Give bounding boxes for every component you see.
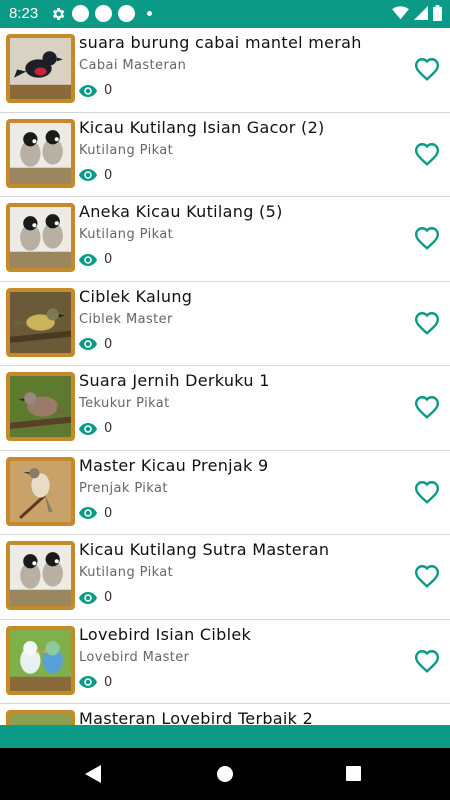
dot-icon [147, 11, 152, 16]
bird-image-icon [10, 291, 71, 353]
bird-image-icon [10, 376, 71, 437]
bird-thumbnail [6, 372, 75, 441]
favorite-heart-icon[interactable] [414, 480, 440, 504]
wifi-icon [392, 6, 409, 20]
view-count-value: 0 [104, 336, 113, 352]
song-category: Lovebird Master [79, 649, 190, 665]
view-count-value: 0 [104, 505, 113, 521]
view-count-value: 0 [104, 252, 113, 267]
favorite-heart-icon[interactable] [414, 57, 440, 81]
circle-icon [118, 5, 135, 22]
list-item[interactable]: Aneka Kicau Kutilang (5) Kutilang Pikat … [0, 197, 450, 282]
eye-icon [79, 422, 97, 435]
bird-thumbnail [6, 625, 75, 695]
notification-icons [50, 5, 152, 22]
eye-icon [79, 169, 97, 181]
view-count: 0 [79, 252, 112, 267]
bird-thumbnail [6, 34, 75, 103]
song-category: Kutilang Pikat [79, 227, 174, 242]
system-icons [392, 5, 442, 21]
favorite-heart-icon[interactable] [414, 564, 440, 588]
song-title: suara burung cabai mantel merah [79, 33, 362, 52]
bird-thumbnail [6, 287, 75, 357]
favorite-heart-icon[interactable] [414, 649, 440, 673]
favorite-heart-icon[interactable] [414, 142, 440, 166]
bird-image-icon [10, 714, 71, 725]
battery-icon [433, 5, 442, 21]
song-category: Kutilang Pikat [79, 142, 174, 158]
view-count: 0 [79, 83, 112, 98]
signal-icon [414, 6, 428, 20]
song-title: Suara Jernih Derkuku 1 [79, 371, 270, 390]
list-item[interactable]: Ciblek Kalung Ciblek Master 0 [0, 282, 450, 366]
view-count-value: 0 [104, 167, 113, 183]
back-icon[interactable] [85, 765, 101, 783]
song-title: Aneka Kicau Kutilang (5) [79, 202, 283, 221]
eye-icon [79, 507, 97, 519]
song-title: Kicau Kutilang Sutra Masteran [79, 540, 330, 559]
recent-apps-icon[interactable] [346, 766, 361, 781]
bird-thumbnail [6, 541, 75, 610]
eye-icon [79, 338, 97, 350]
view-count: 0 [79, 421, 112, 436]
favorite-heart-icon[interactable] [414, 311, 440, 335]
status-bar: 8:23 [0, 0, 450, 28]
list-item[interactable]: Kicau Kutilang Isian Gacor (2) Kutilang … [0, 113, 450, 197]
eye-icon [79, 676, 97, 688]
navigation-bar [0, 748, 450, 800]
song-title: Lovebird Isian Ciblek [79, 624, 252, 644]
status-time: 8:23 [9, 5, 39, 22]
eye-icon [79, 591, 97, 604]
view-count-value: 0 [104, 83, 113, 98]
list-item[interactable]: Lovebird Isian Ciblek Lovebird Master 0 [0, 620, 450, 704]
song-list: suara burung cabai mantel merah Cabai Ma… [0, 28, 450, 725]
view-count: 0 [79, 590, 112, 605]
view-count-value: 0 [104, 590, 113, 605]
bird-image-icon [10, 629, 71, 691]
bird-thumbnail [6, 456, 75, 526]
bird-image-icon [10, 38, 71, 99]
gear-icon [52, 7, 65, 20]
list-item[interactable]: Masteran Lovebird Terbaik 2 [0, 704, 450, 725]
view-count: 0 [79, 168, 112, 183]
song-category: Kutilang Pikat [79, 565, 174, 580]
bird-image-icon [10, 460, 71, 522]
bird-thumbnail [6, 710, 75, 725]
view-count: 0 [79, 675, 112, 690]
eye-icon [79, 253, 97, 266]
bird-image-icon [10, 122, 71, 184]
view-count-value: 0 [104, 674, 113, 690]
list-item[interactable]: Master Kicau Prenjak 9 Prenjak Pikat 0 [0, 451, 450, 535]
eye-icon [79, 84, 97, 97]
list-item[interactable]: Suara Jernih Derkuku 1 Tekukur Pikat 0 [0, 366, 450, 451]
song-category: Tekukur Pikat [79, 396, 170, 411]
bird-thumbnail [6, 118, 75, 188]
song-category: Ciblek Master [79, 311, 173, 327]
favorite-heart-icon[interactable] [414, 395, 440, 419]
view-count-value: 0 [104, 421, 113, 436]
song-title: Master Kicau Prenjak 9 [79, 455, 269, 475]
list-item[interactable]: suara burung cabai mantel merah Cabai Ma… [0, 28, 450, 113]
view-count: 0 [79, 506, 112, 521]
circle-icon [95, 5, 112, 22]
home-icon[interactable] [217, 766, 233, 782]
view-count: 0 [79, 337, 112, 352]
song-category: Prenjak Pikat [79, 480, 168, 496]
song-title: Ciblek Kalung [79, 286, 193, 306]
bottom-banner [0, 725, 450, 748]
favorite-heart-icon[interactable] [414, 226, 440, 250]
song-category: Cabai Masteran [79, 58, 187, 73]
circle-icon [72, 5, 89, 22]
bird-thumbnail [6, 203, 75, 272]
list-item[interactable]: Kicau Kutilang Sutra Masteran Kutilang P… [0, 535, 450, 620]
bird-image-icon [10, 207, 71, 268]
song-title: Masteran Lovebird Terbaik 2 [79, 709, 314, 725]
bird-image-icon [10, 545, 71, 606]
song-title: Kicau Kutilang Isian Gacor (2) [79, 117, 325, 137]
